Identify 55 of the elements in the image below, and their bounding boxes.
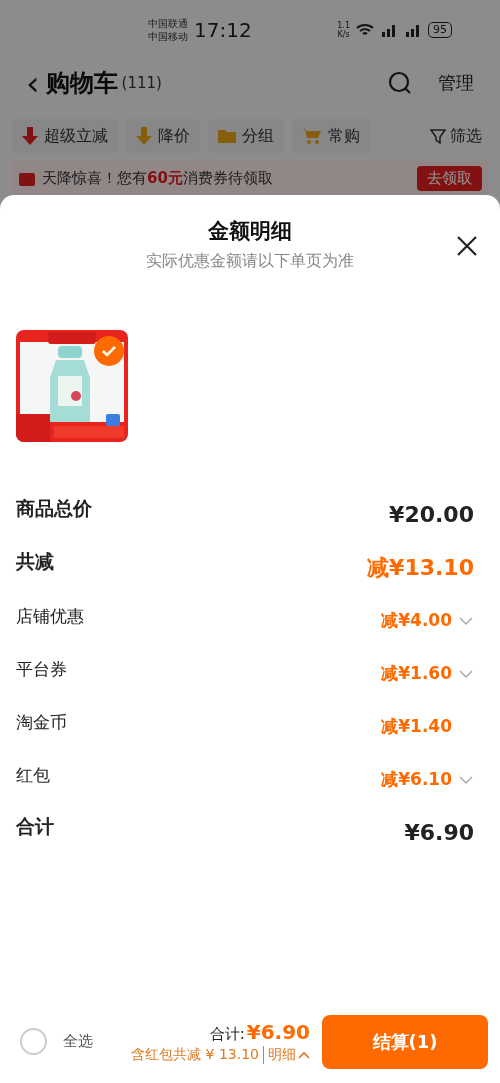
sheet-subtitle: 实际优惠金额请以下单页为准: [146, 251, 354, 272]
total-label: 合计:: [209, 1024, 245, 1044]
amount-label: 商品总价: [16, 495, 92, 521]
amount-value: 减¥6.10: [381, 768, 452, 791]
savings-text: 含红包共减 ¥ 13.10: [131, 1045, 259, 1064]
amount-label: 平台券: [16, 658, 67, 681]
amount-value: 减¥1.60: [381, 662, 452, 685]
down-arrow-icon: [136, 127, 152, 145]
select-all-radio[interactable]: [20, 1028, 47, 1055]
item-count: (111): [121, 73, 162, 92]
carrier-name: 中国联通: [148, 17, 188, 30]
sheet-title: 金额明细: [208, 218, 292, 245]
search-icon[interactable]: [388, 70, 412, 95]
amount-label: 共减: [16, 548, 54, 574]
amount-value: 减¥1.40: [381, 715, 452, 738]
filter-button[interactable]: 筛选: [424, 124, 488, 148]
chevron-down-icon[interactable]: [458, 774, 474, 785]
filter-chip[interactable]: 分组: [208, 119, 284, 153]
amount-label: 淘金币: [16, 711, 67, 734]
back-button[interactable]: ‹: [26, 65, 40, 100]
filter-chip[interactable]: 超级立减: [12, 119, 118, 153]
filter-chip[interactable]: 常购: [292, 119, 370, 153]
battery-level: 95: [428, 22, 452, 38]
down-arrow-icon: [22, 127, 38, 145]
amount-label: 红包: [16, 764, 50, 787]
network-speed: K/s: [337, 30, 350, 39]
chevron-down-icon[interactable]: [458, 615, 474, 626]
folder-icon: [218, 129, 236, 143]
amount-value: 减¥4.00: [381, 609, 452, 632]
amount-value: ¥20.00: [389, 502, 474, 527]
amount-label: 店铺优惠: [16, 605, 84, 628]
details-link[interactable]: 明细: [263, 1045, 310, 1064]
banner-text: 天降惊喜！您有60元消费券待领取: [42, 168, 273, 188]
close-icon[interactable]: [456, 235, 478, 257]
carrier-name: 中国移动: [148, 30, 188, 43]
status-time: 17:12: [194, 18, 252, 42]
caret-up-icon: [298, 1050, 310, 1059]
signal-icon: [380, 23, 398, 37]
check-icon[interactable]: [94, 336, 124, 366]
filter-chip[interactable]: 降价: [126, 119, 200, 153]
amount-value: 减¥13.10: [367, 553, 474, 582]
select-all-label[interactable]: 全选: [63, 1032, 93, 1051]
amount-label: 合计: [16, 813, 54, 839]
page-title: 购物车: [45, 67, 118, 99]
signal-icon: [404, 23, 422, 37]
amount-value: ¥6.90: [404, 820, 474, 845]
total-amount: ¥6.90: [246, 1019, 310, 1044]
network-speed: 1.1: [337, 21, 350, 30]
checkout-button[interactable]: 结算(1): [322, 1014, 488, 1069]
chevron-down-icon[interactable]: [458, 668, 474, 679]
manage-button[interactable]: 管理: [438, 70, 474, 95]
wifi-icon: [356, 23, 374, 37]
cart-icon: [302, 128, 322, 144]
claim-button[interactable]: 去领取: [417, 165, 482, 191]
funnel-icon: [430, 128, 446, 144]
